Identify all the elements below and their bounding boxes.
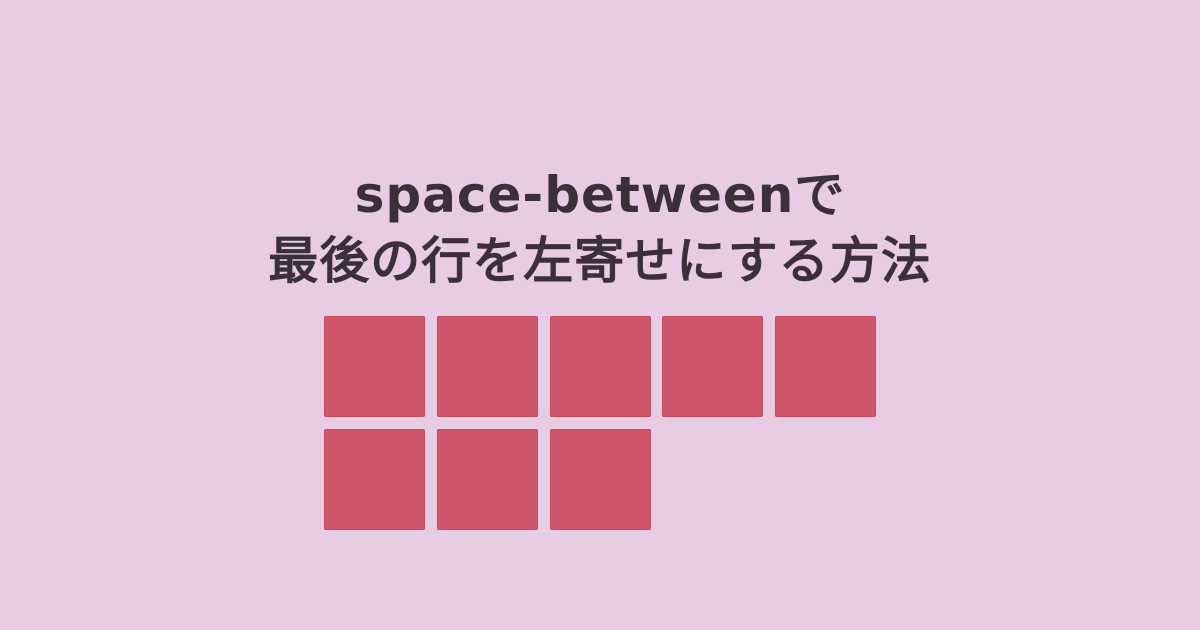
grid-tile-2: [436, 316, 538, 417]
grid-tile-3: [549, 316, 651, 417]
title-line-2: 最後の行を左寄せにする方法: [268, 231, 932, 290]
thumbnail-canvas: space-betweenで 最後の行を左寄せにする方法: [0, 0, 1200, 630]
grid-tile-4: [662, 316, 764, 417]
grid-tile-6: [324, 429, 425, 530]
grid-tile-7: [436, 429, 538, 530]
grid-tile-8: [549, 429, 651, 530]
title-line-1: space-betweenで: [354, 165, 846, 224]
page-title: space-betweenで 最後の行を左寄せにする方法: [0, 162, 1200, 294]
tile-grid: [324, 316, 876, 530]
grid-tile-5: [775, 316, 876, 417]
grid-tile-1: [324, 316, 425, 417]
